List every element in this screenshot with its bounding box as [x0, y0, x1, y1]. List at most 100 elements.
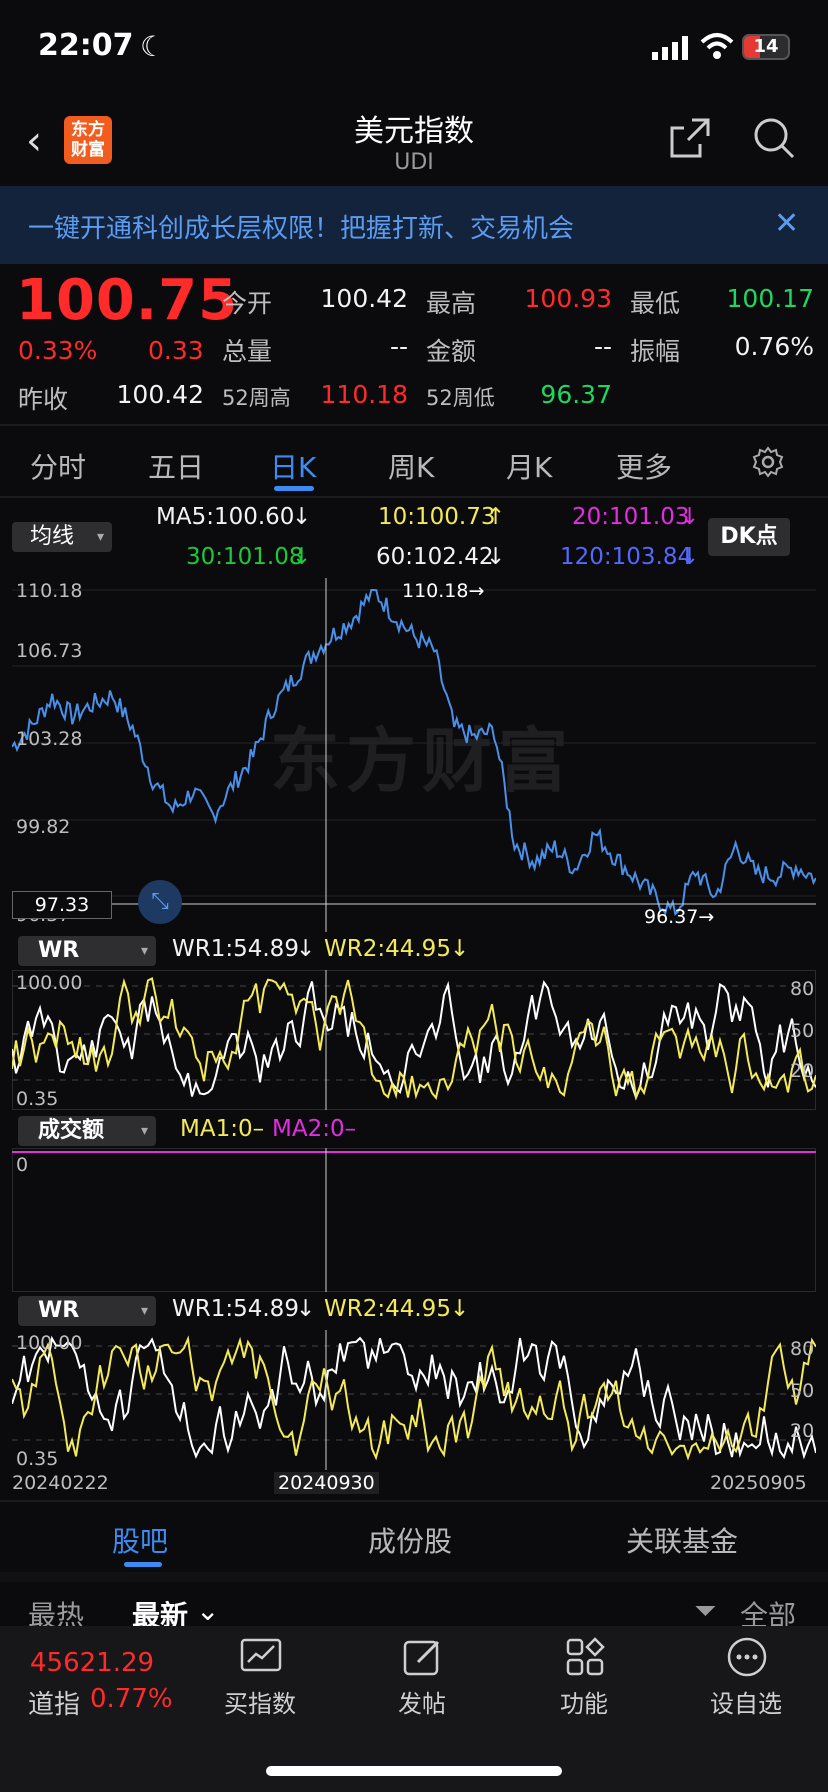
dow-index-pct[interactable]: 0.77%: [90, 1684, 173, 1714]
chart-trend-icon[interactable]: [240, 1636, 282, 1678]
share-icon[interactable]: [668, 116, 712, 160]
tab-intraday[interactable]: 分时: [30, 446, 86, 486]
more-dots-icon[interactable]: [726, 1636, 768, 1678]
home-indicator[interactable]: [266, 1766, 562, 1776]
tab-weekly-k[interactable]: 周K: [388, 446, 434, 486]
divider: [0, 424, 828, 426]
signal-icon: [652, 36, 688, 60]
dow-index-label[interactable]: 道指: [28, 1684, 80, 1721]
amplitude-label: 振幅: [630, 337, 681, 366]
y-label-2: 106.73: [16, 640, 83, 662]
ma10-value: 10:100.73: [378, 504, 496, 530]
wr1-value-2: WR1:54.89: [172, 1296, 299, 1322]
change-value: 0.33: [148, 336, 204, 365]
wr2-value: WR2:44.95: [324, 936, 451, 962]
battery-icon: 14: [742, 34, 790, 60]
ma30-value: 30:101.08: [186, 544, 304, 570]
prev-close-label: 昨收: [18, 385, 69, 414]
wr-top-label: 100.00: [16, 972, 83, 994]
wr2-value-2: WR2:44.95: [324, 1296, 451, 1322]
tab-constituents[interactable]: 成份股: [368, 1520, 452, 1560]
wr-selector-2[interactable]: WR: [18, 1296, 156, 1326]
y-label-3: 103.28: [16, 728, 83, 750]
kline-series: [12, 589, 816, 916]
max-price-value: 110.18: [402, 580, 469, 602]
w52-high-label: 52周高: [222, 386, 291, 410]
post-edit-icon[interactable]: [402, 1636, 444, 1678]
wr-bottom-label-2: 0.35: [16, 1448, 59, 1470]
current-price: 100.75: [16, 268, 239, 333]
change-pct: 0.33%: [18, 336, 98, 365]
amount-ma2: MA2:0–: [272, 1116, 357, 1142]
close-icon[interactable]: ✕: [774, 206, 799, 241]
tab-monthly-k[interactable]: 月K: [506, 446, 552, 486]
open-label: 今开: [222, 289, 273, 318]
ma10-arrow-icon: ↑: [486, 504, 506, 530]
ma5-value: MA5:100.60: [156, 504, 295, 530]
cursor-price-label: 97.33: [12, 891, 112, 919]
ma-selector[interactable]: 均线 ▾: [12, 522, 112, 552]
divider: [0, 1572, 828, 1582]
chevron-down-icon: ▾: [96, 529, 104, 545]
functions-button[interactable]: 功能: [524, 1684, 644, 1719]
wr2-arrow-icon: ↓: [450, 936, 470, 962]
high-label: 最高: [426, 289, 477, 318]
max-price-marker: 110.18→: [402, 580, 485, 602]
add-watchlist-button[interactable]: 设自选: [686, 1684, 806, 1719]
amount-ma1: MA1:0–: [180, 1116, 265, 1142]
min-price-value: 96.37: [644, 906, 699, 928]
filter-icon[interactable]: ⏷: [694, 1594, 716, 1628]
min-price-marker: 96.37→: [644, 906, 715, 928]
tab-more[interactable]: 更多: [616, 446, 672, 486]
grid-apps-icon[interactable]: [564, 1636, 606, 1678]
wr2-arrow-icon: ↓: [450, 1296, 470, 1322]
tab-daily-k[interactable]: 日K: [270, 446, 316, 486]
amount-label: 金额: [426, 337, 477, 366]
open-value: 100.42: [320, 284, 408, 313]
wr-top-label-2: 100.00: [16, 1332, 83, 1354]
w52-low-value: 96.37: [540, 380, 612, 409]
wr-chart-2: [12, 1330, 816, 1470]
post-button[interactable]: 发帖: [362, 1684, 482, 1719]
ma30-arrow-icon: ↓: [292, 544, 312, 570]
tab-five-day[interactable]: 五日: [148, 446, 204, 486]
chevron-down-icon[interactable]: ⌄: [196, 1594, 219, 1627]
date-start: 20240222: [12, 1472, 109, 1494]
wr-r50-label-2: 50: [790, 1380, 815, 1402]
wr-r50-label: 50: [790, 1020, 815, 1042]
wr-r80-label: 80: [790, 978, 815, 1000]
wr-r80-label-2: 80: [790, 1338, 815, 1360]
amount-zero-label: 0: [16, 1154, 29, 1176]
search-icon[interactable]: [752, 116, 796, 160]
amount-value: --: [593, 332, 612, 361]
volume-label: 总量: [222, 337, 273, 366]
prev-close-value: 100.42: [116, 380, 204, 409]
y-label-max: 110.18: [16, 580, 83, 602]
divider: [0, 496, 828, 498]
ma20-arrow-icon: ↓: [680, 504, 700, 530]
amount-selector[interactable]: 成交额: [18, 1116, 156, 1146]
tab-related-funds[interactable]: 关联基金: [626, 1520, 738, 1560]
kline-chart[interactable]: [12, 578, 816, 932]
buy-index-button[interactable]: 买指数: [200, 1684, 320, 1719]
dk-point-button[interactable]: DK点: [708, 518, 790, 556]
wr-line-1: [12, 1335, 816, 1460]
expand-icon[interactable]: ⤡: [138, 880, 182, 924]
wr-selector-1[interactable]: WR: [18, 936, 156, 966]
wr-bottom-label: 0.35: [16, 1088, 59, 1110]
wr-r20-label-2: 20: [790, 1420, 815, 1442]
volume-value: --: [389, 332, 408, 361]
banner-text[interactable]: 一键开通科创成长层权限！把握打新、交易机会: [28, 208, 574, 245]
tab-guba[interactable]: 股吧: [112, 1520, 168, 1560]
wr1-value: WR1:54.89: [172, 936, 299, 962]
low-label: 最低: [630, 289, 681, 318]
gear-icon[interactable]: [752, 446, 784, 478]
divider: [0, 1500, 828, 1502]
y-label-4: 99.82: [16, 816, 71, 838]
wr-r20-label: 20: [790, 1060, 815, 1082]
w52-low-label: 52周低: [426, 386, 495, 410]
ma120-arrow-icon: ↓: [680, 544, 700, 570]
dow-index-value[interactable]: 45621.29: [30, 1648, 154, 1678]
ma60-arrow-icon: ↓: [486, 544, 506, 570]
wr1-arrow-icon: ↓: [296, 1296, 316, 1322]
